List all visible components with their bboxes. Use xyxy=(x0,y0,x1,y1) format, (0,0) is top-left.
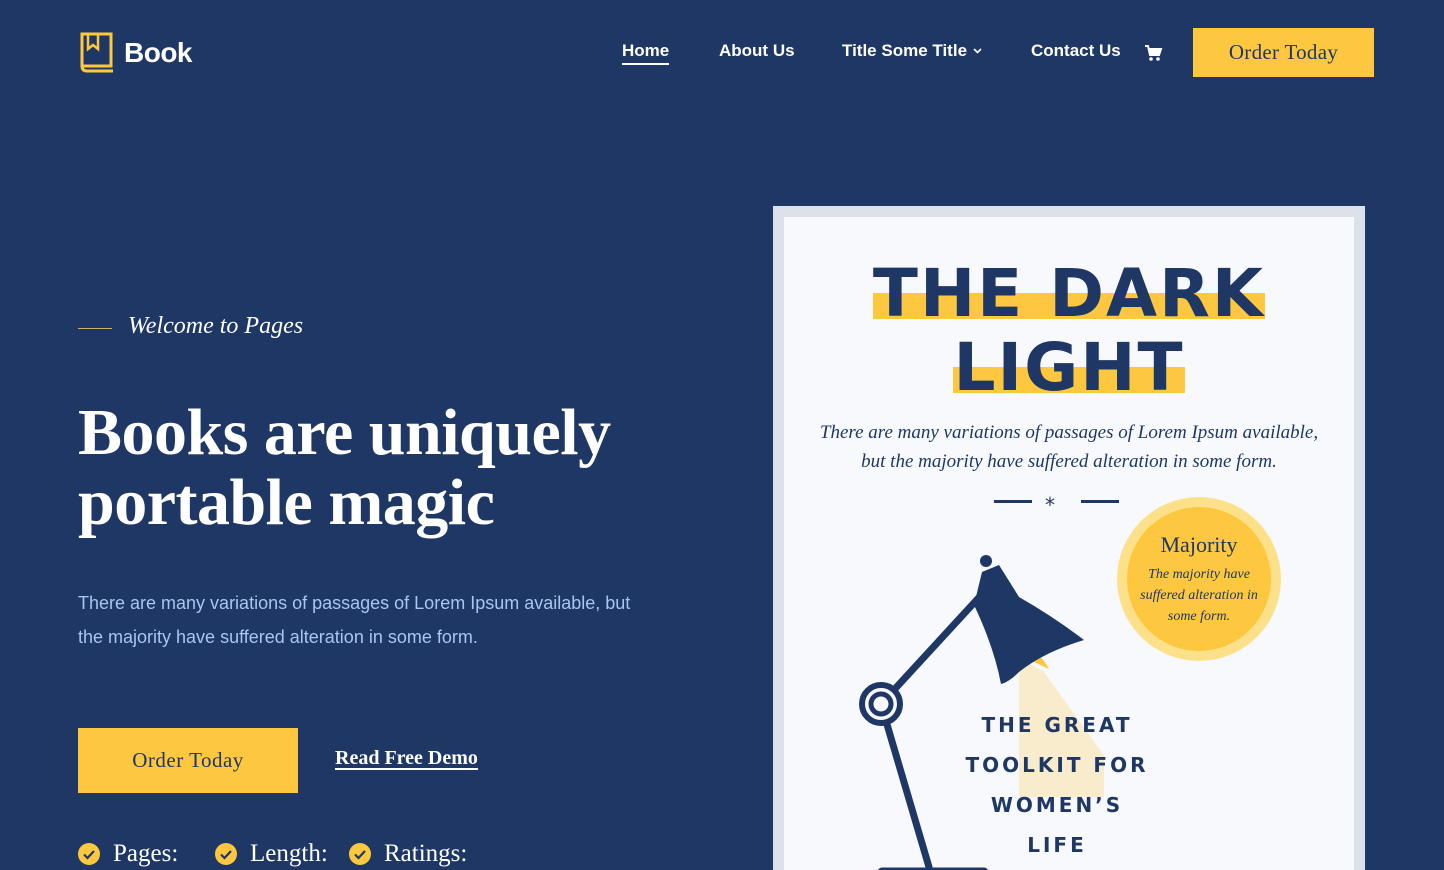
cover-divider-right xyxy=(1081,500,1119,503)
book-cover-frame: THE DARK LIGHT There are many variations… xyxy=(773,206,1365,870)
logo-text: Book xyxy=(124,36,193,68)
stat-length: Length: xyxy=(215,840,328,868)
stat-ratings-label: Ratings: xyxy=(384,840,468,867)
nav-home-label: Home xyxy=(622,41,670,65)
nav-title-dropdown[interactable]: Title Some Title xyxy=(842,41,982,61)
majority-badge: Majority The majority have suffered alte… xyxy=(1117,497,1281,661)
book-cover: THE DARK LIGHT There are many variations… xyxy=(784,217,1354,870)
stat-ratings: Ratings: xyxy=(349,840,467,868)
cover-title-line2: LIGHT xyxy=(953,329,1185,406)
cover-divider-star: * xyxy=(1045,493,1055,517)
nav-title-label: Title Some Title xyxy=(842,41,968,60)
cover-tagline: THE GREAT TOOLKIT FOR WOMEN’S LIFE xyxy=(965,713,1149,857)
cover-divider-left xyxy=(994,500,1032,503)
badge-text: The majority have suffered alteration in… xyxy=(1140,567,1258,624)
hero-headline: Books are uniquely portable magic xyxy=(78,398,698,538)
check-circle-icon xyxy=(349,843,371,865)
cart-icon[interactable] xyxy=(1144,44,1163,62)
stat-pages: Pages: xyxy=(78,840,178,868)
book-logo-icon xyxy=(80,32,113,73)
stat-pages-label: Pages: xyxy=(113,840,179,867)
check-circle-icon xyxy=(78,843,100,865)
cover-subtitle: There are many variations of passages of… xyxy=(819,422,1319,472)
nav-home[interactable]: Home xyxy=(622,41,670,65)
cover-title: THE DARK LIGHT xyxy=(784,257,1354,405)
badge-title: Majority xyxy=(1160,532,1238,557)
order-today-header-button[interactable]: Order Today xyxy=(1193,28,1374,77)
welcome-divider xyxy=(78,328,112,329)
cover-title-line1: THE DARK xyxy=(872,255,1266,332)
chevron-down-icon xyxy=(973,48,982,54)
order-today-button[interactable]: Order Today xyxy=(78,728,298,793)
nav-contact[interactable]: Contact Us xyxy=(1031,41,1121,61)
nav-about[interactable]: About Us xyxy=(719,41,795,61)
hero-headline-line1: Books are uniquely xyxy=(78,396,611,469)
welcome-text: Welcome to Pages xyxy=(128,313,304,339)
hero-description: There are many variations of passages of… xyxy=(78,593,631,647)
read-free-demo-link[interactable]: Read Free Demo xyxy=(335,747,478,770)
stat-length-label: Length: xyxy=(250,840,328,867)
check-circle-icon xyxy=(215,843,237,865)
hero-headline-line2: portable magic xyxy=(78,466,495,539)
logo[interactable]: Book xyxy=(78,31,193,74)
